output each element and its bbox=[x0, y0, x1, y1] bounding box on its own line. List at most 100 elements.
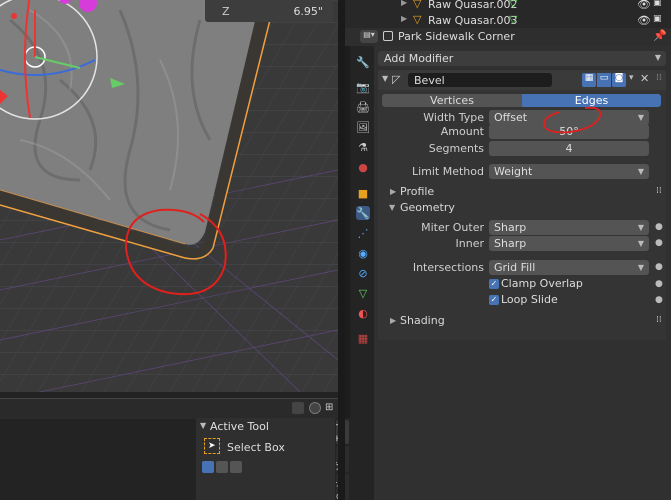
object-tab-icon[interactable]: ■ bbox=[356, 186, 370, 200]
visibility-eye-icon[interactable]: 👁 bbox=[637, 0, 651, 11]
texture-tab-icon[interactable]: ▦ bbox=[356, 331, 370, 345]
outliner-item-raw-quasar-003[interactable]: Raw Quasar.003 bbox=[428, 14, 517, 27]
collapse-chevron-icon[interactable]: ▼ bbox=[389, 203, 395, 212]
area-separator[interactable] bbox=[338, 0, 345, 500]
material-tab-icon[interactable]: ◐ bbox=[356, 306, 370, 320]
pin-icon[interactable]: 📌 bbox=[653, 29, 667, 42]
shading-section[interactable]: Shading bbox=[400, 314, 445, 327]
scene-tab-icon[interactable]: ⚗ bbox=[356, 140, 370, 154]
tool-tab-icon[interactable]: 🔧 bbox=[356, 55, 370, 69]
dropdown-arrow-icon: ▼ bbox=[637, 263, 644, 272]
affect-vertices-tab[interactable]: Vertices bbox=[382, 94, 522, 107]
select-subtract-mode-icon[interactable] bbox=[230, 461, 242, 473]
inner-dropdown[interactable]: Sharp ▼ bbox=[489, 236, 649, 251]
editor-type-icon[interactable]: ▤▾ bbox=[360, 30, 378, 43]
drag-handle-icon[interactable]: ⁞⁞ bbox=[656, 315, 662, 325]
intersections-label: Intersections bbox=[412, 261, 484, 274]
data-tab-icon[interactable]: ▽ bbox=[356, 286, 370, 300]
keyframe-dot-icon[interactable]: ● bbox=[655, 295, 663, 305]
world-tab-icon[interactable]: ● bbox=[356, 160, 370, 174]
active-tool-title: Active Tool bbox=[210, 420, 269, 433]
edit-mode-toggle-icon[interactable]: ▦ bbox=[582, 73, 596, 87]
collapse-chevron-icon[interactable]: ▼ bbox=[200, 421, 206, 430]
outliner: ▶ ▽ Raw Quasar.002 ▽ 👁 ▣ ▶ ▽ Raw Quasar.… bbox=[345, 0, 671, 28]
bevel-icon: ◸ bbox=[392, 73, 401, 86]
bevel-modifier-header: ▼ ◸ Bevel ▦ ▭ ◙ ▾ ✕ ⁞⁞ bbox=[378, 70, 666, 90]
z-label: Z bbox=[222, 5, 230, 18]
add-modifier-label: Add Modifier bbox=[384, 52, 454, 65]
clamp-overlap-label: Clamp Overlap bbox=[501, 277, 583, 290]
cursor-icon: ➤ bbox=[208, 441, 216, 451]
mesh-data-icon: ▽ bbox=[509, 13, 518, 26]
dropdown-arrow-icon: ▼ bbox=[637, 223, 644, 232]
miter-outer-value: Sharp bbox=[494, 221, 527, 234]
expand-icon[interactable]: ▶ bbox=[401, 0, 407, 7]
width-type-value: Offset bbox=[494, 111, 528, 124]
constraints-tab-icon[interactable]: ⊘ bbox=[356, 266, 370, 280]
physics-tab-icon[interactable]: ◉ bbox=[356, 246, 370, 260]
add-modifier-button[interactable]: Add Modifier ▼ bbox=[378, 51, 666, 66]
3d-viewport[interactable]: Z 6.95" bbox=[0, 0, 338, 392]
properties-header: ▤▾ Park Sidewalk Corner 📌 bbox=[345, 28, 671, 46]
geometry-section[interactable]: Geometry bbox=[400, 201, 455, 214]
object-data-icon bbox=[383, 31, 393, 41]
profile-section[interactable]: Profile bbox=[400, 185, 434, 198]
expand-icon[interactable]: ▶ bbox=[401, 14, 407, 23]
intersections-dropdown[interactable]: Grid Fill ▼ bbox=[489, 260, 649, 275]
segments-label: Segments bbox=[428, 142, 484, 155]
annotation-scribble bbox=[543, 106, 602, 134]
inner-label: Inner bbox=[455, 237, 484, 250]
modifier-name: Bevel bbox=[414, 74, 445, 87]
camera-icon[interactable]: ▣ bbox=[653, 14, 662, 24]
active-tool-panel: ▼ Active Tool ➤ Select Box bbox=[196, 418, 336, 500]
width-type-label: Width Type bbox=[423, 111, 484, 124]
select-extend-mode-icon[interactable] bbox=[216, 461, 228, 473]
loop-slide-checkbox[interactable]: ✓ bbox=[489, 295, 499, 305]
render-tab-icon[interactable]: 📷 bbox=[356, 80, 370, 94]
close-icon[interactable]: ✕ bbox=[640, 72, 649, 85]
viewport-toggle-icon[interactable]: ▭ bbox=[597, 73, 611, 87]
miter-outer-dropdown[interactable]: Sharp ▼ bbox=[489, 220, 649, 235]
select-new-mode-icon[interactable] bbox=[202, 461, 214, 473]
keyframe-dot-icon[interactable]: ● bbox=[655, 222, 663, 232]
keyframe-dot-icon[interactable]: ● bbox=[655, 238, 663, 248]
miter-outer-label: Miter Outer bbox=[421, 221, 484, 234]
viewport-scene bbox=[0, 0, 338, 392]
object-icon: ▽ bbox=[413, 13, 422, 26]
amount-label: Amount bbox=[440, 125, 484, 138]
visibility-eye-icon[interactable]: 👁 bbox=[637, 14, 651, 27]
grid-icon[interactable]: ⊞ bbox=[325, 402, 333, 413]
dropdown-arrow-icon[interactable]: ▾ bbox=[629, 73, 634, 83]
keyframe-dot-icon[interactable]: ● bbox=[655, 279, 663, 289]
particles-tab-icon[interactable]: ⋰ bbox=[356, 226, 370, 240]
drag-handle-icon[interactable]: ⁞⁞ bbox=[656, 73, 662, 83]
intersections-value: Grid Fill bbox=[494, 261, 536, 274]
output-tab-icon[interactable]: 🖨 bbox=[356, 100, 370, 114]
drag-handle-icon[interactable]: ⁞⁞ bbox=[656, 186, 662, 196]
tool-name: Select Box bbox=[227, 441, 285, 454]
view-layer-tab-icon[interactable]: 🖼 bbox=[356, 120, 370, 134]
collapse-chevron-icon[interactable]: ▼ bbox=[382, 74, 388, 83]
object-icon: ▽ bbox=[413, 0, 422, 10]
upload-icon[interactable] bbox=[292, 402, 304, 414]
modifier-name-field[interactable]: Bevel bbox=[408, 73, 552, 87]
viewport-header-bar: ⊞ bbox=[0, 398, 338, 419]
select-box-icon[interactable]: ➤ bbox=[204, 438, 220, 454]
keyframe-dot-icon[interactable]: ● bbox=[655, 262, 663, 272]
limit-method-dropdown[interactable]: Weight ▼ bbox=[489, 164, 649, 179]
modifier-tab-icon[interactable]: 🔧 bbox=[356, 206, 370, 220]
z-value-field[interactable]: 6.95" bbox=[265, 5, 323, 18]
dropdown-arrow-icon: ▼ bbox=[637, 239, 644, 248]
render-toggle-icon[interactable]: ◙ bbox=[612, 73, 626, 87]
mesh-data-icon: ▽ bbox=[509, 0, 518, 10]
limit-method-label: Limit Method bbox=[411, 165, 484, 178]
dropdown-arrow-icon: ▼ bbox=[637, 113, 644, 122]
segments-field[interactable]: 4 bbox=[489, 141, 649, 156]
outliner-item-raw-quasar-002[interactable]: Raw Quasar.002 bbox=[428, 0, 517, 11]
expand-chevron-icon[interactable]: ▶ bbox=[390, 316, 396, 325]
object-name: Park Sidewalk Corner bbox=[398, 30, 515, 43]
clamp-overlap-checkbox[interactable]: ✓ bbox=[489, 279, 499, 289]
camera-icon[interactable]: ▣ bbox=[653, 0, 662, 8]
expand-chevron-icon[interactable]: ▶ bbox=[390, 187, 396, 196]
snap-icon[interactable] bbox=[309, 402, 321, 414]
